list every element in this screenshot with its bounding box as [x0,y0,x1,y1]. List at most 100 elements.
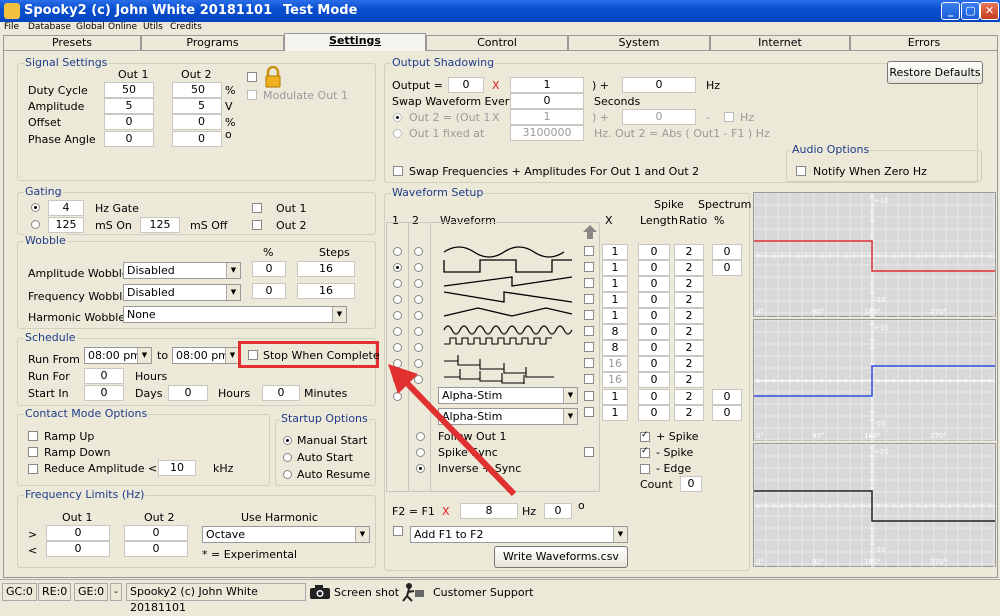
menu-utils[interactable]: Utils [143,22,163,32]
reduce-amplitude-checkbox[interactable] [28,464,38,474]
spike-ratio-input-3[interactable]: 2 [674,276,704,292]
tab-programs[interactable]: Programs [141,35,284,50]
menu-file[interactable]: File [4,22,19,32]
ms-off-input[interactable]: 125 [140,217,180,233]
close-button[interactable]: ✕ [980,2,999,20]
multiplier-x-input-9[interactable]: 16 [602,372,628,388]
multiplier-x-input-8[interactable]: 16 [602,356,628,372]
spike-ratio-input-1[interactable]: 2 [674,244,704,260]
customer-support-button[interactable]: Customer Support [433,586,533,599]
amplitude-wobble-select[interactable]: Disabled ▼ [123,262,241,279]
out2-formula-radio[interactable] [393,113,402,122]
multiplier-x-input-4[interactable]: 1 [602,292,628,308]
auto-resume-radio[interactable] [283,470,292,479]
amplitude-out1-input[interactable]: 5 [104,98,154,114]
waveform-checkbox-10[interactable] [584,391,594,401]
phase-out2-input[interactable]: 0 [172,131,222,147]
auto-start-radio[interactable] [283,453,292,462]
out1-waveform-radio-4[interactable] [393,295,402,304]
swap-waveform-input[interactable]: 0 [510,93,584,109]
start-days-input[interactable]: 0 [84,385,124,401]
plus-spike-checkbox[interactable] [640,430,650,442]
hz-gate-input[interactable]: 4 [48,200,84,216]
frequency-wobble-select[interactable]: Disabled ▼ [123,284,241,301]
spike-length-input-9[interactable]: 0 [638,372,670,388]
write-waveforms-button[interactable]: Write Waveforms.csv [494,546,628,568]
out2-waveform-radio-2[interactable] [414,263,423,272]
spike-ratio-input-10[interactable]: 2 [674,389,704,405]
tab-errors[interactable]: Errors [850,35,998,50]
out2-hz-checkbox[interactable] [724,112,734,122]
menu-database[interactable]: Database [28,22,71,32]
duty-cycle-out1-input[interactable]: 50 [104,82,154,98]
waveform-checkbox-5[interactable] [584,310,594,320]
amplitude-wobble-pct-input[interactable]: 0 [252,261,286,277]
spike-ratio-input-2[interactable]: 2 [674,260,704,276]
out1-fixed-radio[interactable] [393,129,402,138]
spike-ratio-input-8[interactable]: 2 [674,356,704,372]
menu-credits[interactable]: Credits [170,22,202,32]
gate-out2-checkbox[interactable] [252,220,262,230]
multiplier-x-input-7[interactable]: 8 [602,340,628,356]
tab-presets[interactable]: Presets [3,35,141,50]
lock-checkbox[interactable] [247,72,257,82]
offset-out2-input[interactable]: 0 [172,114,222,130]
spike-sync-checkbox[interactable] [584,447,594,457]
waveform-checkbox-2[interactable] [584,262,594,272]
limit-out1-max-input[interactable]: 0 [46,525,110,541]
waveform-checkbox-4[interactable] [584,294,594,304]
harmonic-select[interactable]: Octave ▼ [202,526,370,543]
modulate-checkbox[interactable] [247,90,257,100]
spike-ratio-input-7[interactable]: 2 [674,340,704,356]
start-hours-input[interactable]: 0 [168,385,208,401]
out2-waveform-radio-7[interactable] [414,343,423,352]
minimize-button[interactable]: _ [941,2,960,20]
spectrum-pct-input-10[interactable]: 0 [712,389,742,405]
maximize-button[interactable]: ▢ [961,2,980,20]
spike-length-input-3[interactable]: 0 [638,276,670,292]
duty-cycle-out2-input[interactable]: 50 [172,82,222,98]
spike-ratio-input-4[interactable]: 2 [674,292,704,308]
multiplier-x-input-5[interactable]: 1 [602,308,628,324]
multiplier-x-input-6[interactable]: 8 [602,324,628,340]
reduce-amplitude-input[interactable]: 10 [158,460,196,476]
start-minutes-input[interactable]: 0 [262,385,300,401]
stop-when-complete-checkbox[interactable] [248,350,258,360]
ramp-up-checkbox[interactable] [28,431,38,441]
screenshot-button[interactable]: Screen shot [334,586,399,599]
out1-waveform-radio-3[interactable] [393,279,402,288]
spectrum-pct-input-2[interactable]: 0 [712,260,742,276]
add-f1-to-f2-select[interactable]: Add F1 to F2 ▼ [410,526,628,543]
spike-length-input-10[interactable]: 0 [638,389,670,405]
waveform-checkbox-8[interactable] [584,358,594,368]
hz-gate-radio[interactable] [31,203,40,212]
output-offset-input[interactable]: 0 [622,77,696,93]
amplitude-wobble-steps-input[interactable]: 16 [297,261,355,277]
spike-ratio-input-6[interactable]: 2 [674,324,704,340]
ramp-down-checkbox[interactable] [28,447,38,457]
out2-offset-input[interactable]: 0 [622,109,696,125]
multiplier-x-input-1[interactable]: 1 [602,244,628,260]
limit-out2-min-input[interactable]: 0 [124,541,188,557]
spectrum-pct-input-11[interactable]: 0 [712,405,742,421]
limit-out2-max-input[interactable]: 0 [124,525,188,541]
waveform-checkbox-1[interactable] [584,246,594,256]
spike-length-input-6[interactable]: 0 [638,324,670,340]
out2-waveform-radio-4[interactable] [414,295,423,304]
spike-length-input-4[interactable]: 0 [638,292,670,308]
ms-gate-radio[interactable] [31,220,40,229]
run-for-input[interactable]: 0 [84,368,124,384]
out2-waveform-radio-1[interactable] [414,247,423,256]
multiplier-x-input-3[interactable]: 1 [602,276,628,292]
out1-fixed-input[interactable]: 3100000 [510,125,584,141]
out1-waveform-radio-7[interactable] [393,343,402,352]
out1-waveform-radio-1[interactable] [393,247,402,256]
run-from-select[interactable]: 08:00 pm ▼ [84,347,152,364]
multiplier-x-input-10[interactable]: 1 [602,389,628,405]
menu-online[interactable]: Online [108,22,137,32]
spike-length-input-11[interactable]: 0 [638,405,670,421]
tab-settings[interactable]: Settings [284,33,426,51]
waveform-checkbox-9[interactable] [584,374,594,384]
run-to-select[interactable]: 08:00 pm ▼ [172,347,240,364]
add-f1-checkbox[interactable] [393,526,403,536]
